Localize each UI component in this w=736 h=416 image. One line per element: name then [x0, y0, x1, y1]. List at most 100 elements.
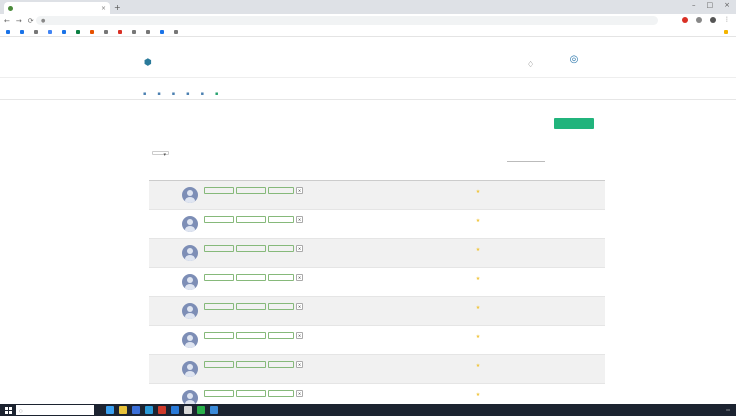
permission-chip[interactable] [268, 215, 294, 223]
star-icon[interactable]: ★ [476, 247, 480, 253]
bookmark-item[interactable] [90, 29, 96, 34]
permission-chip[interactable] [204, 389, 234, 397]
taskbar-app-icon[interactable] [210, 406, 218, 414]
table-row[interactable]: × ★ [149, 296, 605, 326]
subnav-item[interactable]: ▪ [186, 91, 191, 97]
star-icon[interactable]: ★ [476, 189, 480, 195]
start-button[interactable] [0, 406, 16, 414]
taskbar-app-icon[interactable] [106, 406, 114, 414]
extension-icon[interactable] [682, 16, 688, 23]
bookmark-item[interactable] [20, 29, 26, 34]
table-row[interactable]: × ★ [149, 238, 605, 268]
bookmark-item[interactable] [48, 29, 54, 34]
table-row[interactable]: × ★ [149, 209, 605, 239]
table-row[interactable]: × ★ [149, 325, 605, 355]
permission-chip[interactable] [204, 331, 234, 339]
column-header-date[interactable] [490, 169, 554, 181]
bookmark-item[interactable] [160, 29, 166, 34]
bookmark-item[interactable] [118, 29, 124, 34]
column-header-avatar[interactable] [176, 169, 204, 181]
reload-icon[interactable]: ⟳ [28, 17, 34, 25]
search-input[interactable] [507, 154, 545, 162]
star-icon[interactable]: ★ [476, 334, 480, 340]
star-icon[interactable]: ★ [476, 276, 480, 282]
permission-chip[interactable] [204, 186, 234, 194]
permission-chip[interactable] [236, 302, 266, 310]
bookmark-item[interactable] [146, 29, 152, 34]
star-icon[interactable]: ★ [476, 218, 480, 224]
bookmark-item[interactable] [62, 29, 68, 34]
taskbar-app-icon[interactable] [197, 406, 205, 414]
permission-chip[interactable] [204, 360, 234, 368]
taskbar-app-icon[interactable] [145, 406, 153, 414]
delete-icon[interactable]: × [296, 360, 303, 368]
address-bar[interactable]: ● [36, 16, 658, 25]
permission-chip[interactable] [236, 273, 266, 281]
taskbar-app-icon[interactable] [184, 406, 192, 414]
column-header-id[interactable] [149, 169, 176, 181]
notification-icon[interactable]: ▭ [726, 407, 730, 412]
subnav-item[interactable]: ▪ [143, 91, 148, 97]
bookmark-item[interactable] [6, 29, 12, 34]
star-icon[interactable]: ★ [476, 305, 480, 311]
taskbar-search[interactable]: ○ [16, 405, 94, 415]
delete-icon[interactable]: × [296, 302, 303, 310]
app-brand[interactable]: ⬢ [144, 58, 157, 68]
permission-chip[interactable] [268, 389, 294, 397]
taskbar-app-icon[interactable] [132, 406, 140, 414]
permission-chip[interactable] [236, 244, 266, 252]
maximize-icon[interactable]: □ [707, 1, 714, 9]
permission-chip[interactable] [268, 302, 294, 310]
permission-chip[interactable] [268, 186, 294, 194]
table-row[interactable]: × ★ [149, 180, 605, 210]
permission-chip[interactable] [268, 273, 294, 281]
bookmark-item[interactable] [34, 29, 40, 34]
taskbar-app-icon[interactable] [119, 406, 127, 414]
permission-chip[interactable] [236, 389, 266, 397]
permission-chip[interactable] [268, 360, 294, 368]
bell-icon[interactable]: ♢ [527, 60, 534, 69]
subnav-item-active[interactable]: ▪ [215, 91, 220, 97]
page-length-select[interactable] [152, 151, 169, 158]
browser-tab[interactable]: × [4, 2, 110, 14]
profile-icon[interactable] [710, 16, 716, 23]
permission-chip[interactable] [268, 244, 294, 252]
column-header-extra[interactable] [554, 169, 605, 181]
column-header-email[interactable] [328, 169, 428, 181]
new-tab-icon[interactable]: + [114, 3, 121, 12]
delete-icon[interactable]: × [296, 186, 303, 194]
extension-icon[interactable] [696, 16, 702, 23]
star-icon[interactable]: ★ [476, 392, 480, 398]
permission-chip[interactable] [236, 360, 266, 368]
permission-chip[interactable] [236, 331, 266, 339]
bookmark-item[interactable] [132, 29, 138, 34]
permission-chip[interactable] [268, 331, 294, 339]
permission-chip[interactable] [236, 186, 266, 194]
other-bookmarks[interactable] [724, 29, 730, 34]
back-icon[interactable]: ← [4, 17, 10, 25]
add-user-button[interactable] [554, 118, 594, 129]
permission-chip[interactable] [204, 215, 234, 223]
delete-icon[interactable]: × [296, 244, 303, 252]
subnav-item[interactable]: ▪ [157, 91, 162, 97]
permission-chip[interactable] [204, 244, 234, 252]
column-header-status[interactable] [466, 169, 490, 181]
subnav-item[interactable]: ▪ [201, 91, 206, 97]
close-window-icon[interactable]: × [724, 1, 730, 9]
taskbar-app-icon[interactable] [158, 406, 166, 414]
forward-icon[interactable]: → [16, 17, 22, 25]
delete-icon[interactable]: × [296, 273, 303, 281]
delete-icon[interactable]: × [296, 389, 303, 397]
tab-close-icon[interactable]: × [101, 5, 106, 12]
taskbar-app-icon[interactable] [171, 406, 179, 414]
table-row[interactable]: × ★ [149, 354, 605, 384]
table-row[interactable]: × ★ [149, 267, 605, 297]
bookmark-item[interactable] [104, 29, 110, 34]
permission-chip[interactable] [204, 302, 234, 310]
permission-chip[interactable] [204, 273, 234, 281]
bookmark-item[interactable] [174, 29, 180, 34]
menu-icon[interactable]: ⋮ [724, 16, 730, 23]
bookmark-item[interactable] [76, 29, 82, 34]
delete-icon[interactable]: × [296, 331, 303, 339]
column-header-name[interactable] [204, 169, 328, 181]
